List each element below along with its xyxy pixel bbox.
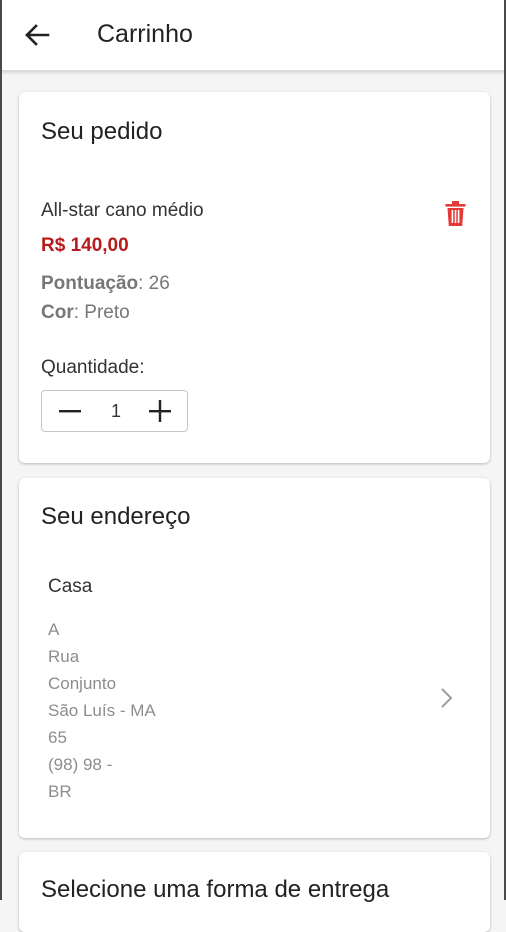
plus-icon (149, 400, 171, 422)
page-title: Carrinho (97, 20, 193, 48)
delivery-card[interactable]: Selecione uma forma de entrega (19, 852, 490, 932)
address-line: Conjunto (48, 674, 117, 693)
arrow-left-icon (25, 24, 50, 46)
product-color-label: Cor (41, 302, 74, 323)
address-card: Seu endereço Casa A Rua Conjunto São Luí… (19, 478, 490, 838)
chevron-right-icon (439, 686, 455, 710)
app-bar: Carrinho (0, 0, 506, 71)
back-button[interactable] (18, 17, 56, 53)
decrease-quantity-button[interactable] (50, 391, 90, 431)
trash-icon (445, 200, 465, 226)
quantity-stepper: 1 (41, 390, 188, 432)
address-line: 65 (48, 728, 67, 747)
address-line: Rua (48, 647, 80, 666)
product-price: R$ 140,00 (41, 235, 129, 256)
order-card: Seu pedido All-star cano médio R$ 140,00… (19, 92, 490, 463)
address-line: (98) 98 - (48, 755, 113, 774)
delete-item-button[interactable] (443, 200, 467, 226)
frame-left-border (0, 0, 2, 900)
address-item[interactable]: Casa A Rua Conjunto São Luís - MA 65 (98… (19, 558, 490, 808)
minus-icon (59, 410, 81, 413)
product-color: Cor: Preto (41, 302, 130, 324)
product-color-value: : Preto (73, 302, 130, 323)
address-line: São Luís - MA (48, 701, 156, 720)
product-score: Pontuação: 26 (41, 273, 170, 295)
increase-quantity-button[interactable] (140, 391, 180, 431)
quantity-value: 1 (110, 401, 121, 421)
address-lines: A Rua Conjunto São Luís - MA 65 (98) 98 … (48, 616, 348, 805)
product-score-label: Pontuação (41, 273, 139, 294)
address-line: BR (48, 782, 72, 801)
product-name: All-star cano médio (41, 200, 204, 221)
address-line: A (48, 620, 60, 639)
quantity-label: Quantidade: (41, 357, 145, 378)
address-card-title: Seu endereço (41, 503, 191, 530)
address-name: Casa (48, 576, 93, 597)
product-score-value: : 26 (138, 273, 170, 294)
order-card-title: Seu pedido (41, 118, 163, 145)
